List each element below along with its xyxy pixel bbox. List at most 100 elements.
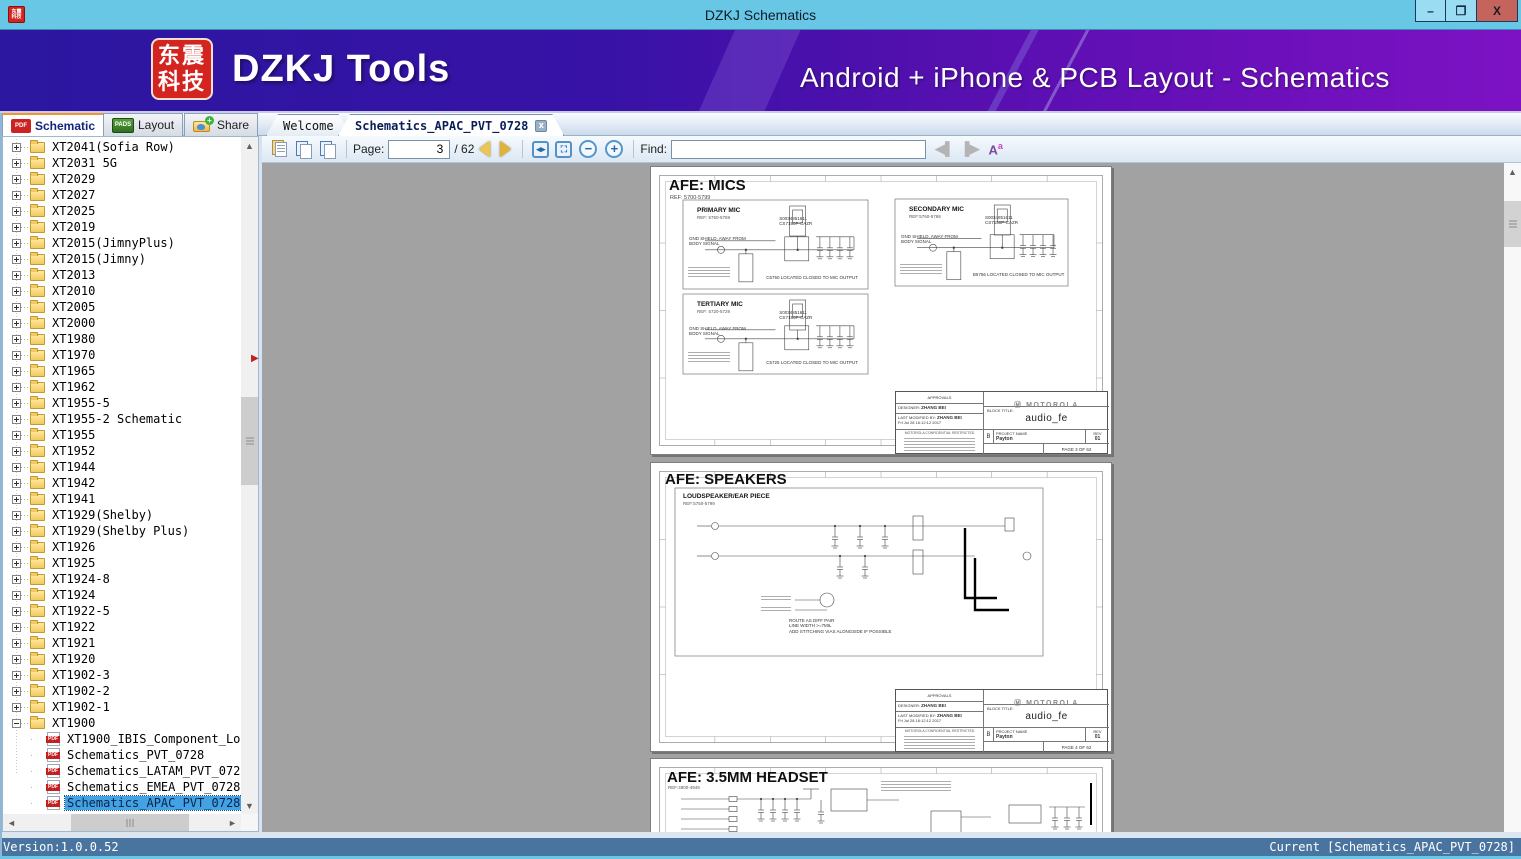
expand-icon[interactable] [12, 478, 21, 488]
font-size-icon[interactable]: Aa [989, 141, 1003, 157]
expand-icon[interactable] [12, 142, 21, 152]
scroll-up-icon[interactable]: ▲ [241, 137, 258, 154]
tree-folder-row[interactable]: XT1920 [3, 651, 241, 667]
doc-tab-schematics-apac[interactable]: Schematics_APAC_PVT_0728 x [338, 114, 564, 136]
tree-folder-row[interactable]: XT1921 [3, 635, 241, 651]
tree-folder-row[interactable]: XT1902-2 [3, 683, 241, 699]
tree-folder-row[interactable]: XT1924 [3, 587, 241, 603]
tree-folder-row[interactable]: XT1924-8 [3, 571, 241, 587]
expand-icon[interactable] [12, 302, 21, 312]
scroll-right-icon[interactable]: ► [224, 814, 241, 831]
expand-icon[interactable] [12, 654, 21, 664]
tree-folder-row[interactable]: XT2027 [3, 187, 241, 203]
tree-vertical-scrollbar[interactable]: ▲ ▼ [241, 137, 258, 814]
tree-folder-row[interactable]: XT1902-1 [3, 699, 241, 715]
fit-page-icon[interactable]: ⛶ [555, 140, 573, 158]
single-page-view-icon[interactable] [270, 139, 290, 159]
zoom-in-icon[interactable]: + [605, 140, 624, 158]
expand-icon[interactable] [12, 158, 21, 168]
doc-tab-welcome[interactable]: Welcome [266, 114, 351, 136]
scroll-down-icon[interactable]: ▼ [241, 797, 258, 814]
tree-pdf-row[interactable]: Schematics_EMEA_PVT_0728 [3, 779, 241, 795]
tree-folder-row[interactable]: XT1952 [3, 443, 241, 459]
tree-folder-row[interactable]: XT2015(Jimny) [3, 251, 241, 267]
tab-share[interactable]: + Share [184, 113, 259, 136]
expand-icon[interactable] [12, 430, 21, 440]
find-input[interactable] [671, 139, 927, 159]
tree-pdf-row[interactable]: XT1900_IBIS_Component_Locati [3, 731, 241, 747]
minimize-button[interactable]: – [1415, 0, 1446, 22]
tree-folder-row[interactable]: XT2029 [3, 171, 241, 187]
expand-icon[interactable] [12, 670, 21, 680]
tree-folder-row[interactable]: XT1962 [3, 379, 241, 395]
fit-width-icon[interactable]: ◂▸ [532, 140, 550, 158]
expand-icon[interactable] [12, 462, 21, 472]
tree-folder-row[interactable]: XT1965 [3, 363, 241, 379]
expand-icon[interactable] [12, 190, 21, 200]
expand-icon[interactable] [12, 206, 21, 216]
expand-icon[interactable] [12, 622, 21, 632]
tree-folder-row[interactable]: XT1955-5 [3, 395, 241, 411]
expand-icon[interactable] [12, 366, 21, 376]
tree-folder-row[interactable]: XT2015(JimnyPlus) [3, 235, 241, 251]
expand-icon[interactable] [12, 590, 21, 600]
scroll-left-icon[interactable]: ◄ [3, 814, 20, 831]
expand-icon[interactable] [12, 382, 21, 392]
collapse-icon[interactable] [12, 718, 21, 728]
tree-hscroll-thumb[interactable] [71, 814, 189, 831]
tree-folder-row[interactable]: XT1980 [3, 331, 241, 347]
tree-folder-row[interactable]: XT1970 [3, 347, 241, 363]
expand-icon[interactable] [12, 398, 21, 408]
expand-icon[interactable] [12, 270, 21, 280]
tree-folder-row[interactable]: XT1942 [3, 475, 241, 491]
tree-folder-row[interactable]: XT2019 [3, 219, 241, 235]
expand-icon[interactable] [12, 510, 21, 520]
expand-icon[interactable] [12, 174, 21, 184]
expand-icon[interactable] [12, 574, 21, 584]
tree-folder-row[interactable]: XT1926 [3, 539, 241, 555]
tree-folder-row[interactable]: XT1955 [3, 427, 241, 443]
expand-icon[interactable] [12, 526, 21, 536]
tree-folder-row[interactable]: XT1929(Shelby) [3, 507, 241, 523]
tree-folder-row[interactable]: XT2013 [3, 267, 241, 283]
expand-icon[interactable] [12, 350, 21, 360]
tab-layout[interactable]: PADS Layout [103, 113, 184, 136]
tree-folder-row[interactable]: XT1941 [3, 491, 241, 507]
expand-icon[interactable] [12, 334, 21, 344]
expand-icon[interactable] [12, 606, 21, 616]
expand-icon[interactable] [12, 318, 21, 328]
rotate-left-icon[interactable] [294, 139, 314, 159]
pdf-vertical-scrollbar[interactable]: ▲ [1504, 163, 1521, 832]
tree-folder-row[interactable]: XT2000 [3, 315, 241, 331]
tree-folder-row[interactable]: XT1925 [3, 555, 241, 571]
expand-icon[interactable] [12, 238, 21, 248]
tree-folder-row[interactable]: XT2041(Sofia Row) [3, 139, 241, 155]
close-doc-tab-icon[interactable]: x [535, 120, 547, 132]
next-page-icon[interactable] [500, 141, 512, 157]
expand-icon[interactable] [12, 638, 21, 648]
tree-folder-row[interactable]: XT1902-3 [3, 667, 241, 683]
expand-icon[interactable] [12, 222, 21, 232]
expand-icon[interactable] [12, 558, 21, 568]
tree-vscroll-thumb[interactable] [241, 397, 258, 485]
find-previous-icon[interactable]: ◀▌ [935, 141, 954, 157]
scroll-up-icon[interactable]: ▲ [1504, 163, 1521, 180]
pdf-vscroll-thumb[interactable] [1504, 201, 1521, 247]
tree-folder-row[interactable]: XT1929(Shelby Plus) [3, 523, 241, 539]
expand-icon[interactable] [12, 702, 21, 712]
tree-folder-row[interactable]: XT2010 [3, 283, 241, 299]
tree-folder-row[interactable]: XT2031 5G [3, 155, 241, 171]
tree-folder-row[interactable]: XT1900 [3, 715, 241, 731]
tree-folder-row[interactable]: XT1922-5 [3, 603, 241, 619]
expand-icon[interactable] [12, 414, 21, 424]
expand-icon[interactable] [12, 494, 21, 504]
tree-folder-row[interactable]: XT1955-2 Schematic [3, 411, 241, 427]
rotate-right-icon[interactable] [318, 139, 338, 159]
expand-icon[interactable] [12, 254, 21, 264]
find-next-icon[interactable]: ▐▶ [960, 141, 979, 157]
expand-icon[interactable] [12, 446, 21, 456]
pdf-view-area[interactable]: AFE: 3.5MM HEADSET REF:4900-4949 AFE: SPEA… [262, 163, 1521, 832]
tab-schematic[interactable]: PDF Schematic [2, 113, 105, 136]
tree-folder-row[interactable]: XT2025 [3, 203, 241, 219]
tree-pdf-row[interactable]: Schematics_PVT_0728 [3, 747, 241, 763]
